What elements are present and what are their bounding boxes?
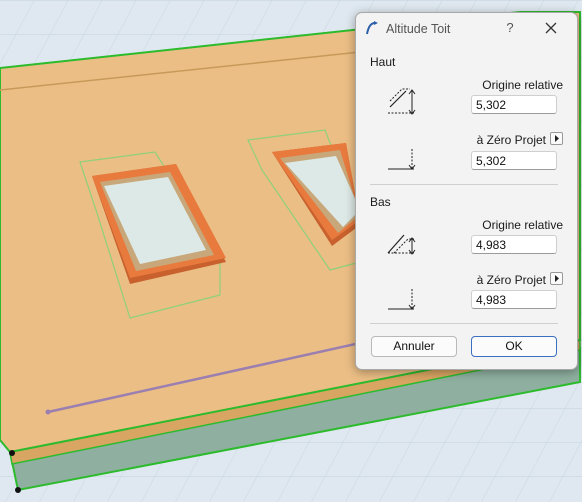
dropdown-arrow-icon[interactable]: [550, 132, 563, 145]
close-icon[interactable]: [542, 19, 560, 37]
ok-button[interactable]: OK: [471, 336, 557, 357]
cancel-button[interactable]: Annuler: [371, 336, 457, 357]
roof-altitude-icon: [366, 21, 378, 35]
dialog-titlebar[interactable]: Altitude Toit ?: [356, 13, 577, 43]
bottom-relative-field[interactable]: [471, 235, 557, 254]
relative-altitude-bottom-icon: [387, 234, 416, 255]
section-heading-top: Haut: [370, 55, 396, 69]
bottom-relative-label: Origine relative: [482, 218, 563, 232]
corner-point-2[interactable]: [15, 487, 21, 493]
bottom-project-label: à Zéro Projet: [477, 272, 563, 287]
eave-point[interactable]: [45, 409, 51, 415]
roof-altitude-dialog: Altitude Toit ? Haut Origine relative à …: [355, 12, 578, 370]
relative-altitude-icon: [388, 88, 416, 115]
bottom-project-label-text: à Zéro Projet: [476, 273, 546, 287]
section-divider-1: [370, 184, 558, 185]
corner-point-1[interactable]: [9, 450, 15, 456]
top-project-label: à Zéro Projet: [477, 132, 563, 147]
top-project-field[interactable]: [471, 151, 557, 170]
top-relative-field[interactable]: [471, 95, 557, 114]
dialog-title: Altitude Toit: [386, 22, 451, 36]
level-marker-icon: [388, 149, 416, 170]
section-divider-2: [370, 323, 558, 324]
level-marker-bottom-icon: [388, 289, 416, 310]
dropdown-arrow-bottom-icon[interactable]: [550, 272, 563, 285]
top-relative-label: Origine relative: [482, 78, 563, 92]
top-project-label-text: à Zéro Projet: [476, 133, 546, 147]
section-heading-bottom: Bas: [370, 195, 391, 209]
help-button[interactable]: ?: [502, 20, 518, 36]
bottom-project-field[interactable]: [471, 290, 557, 309]
